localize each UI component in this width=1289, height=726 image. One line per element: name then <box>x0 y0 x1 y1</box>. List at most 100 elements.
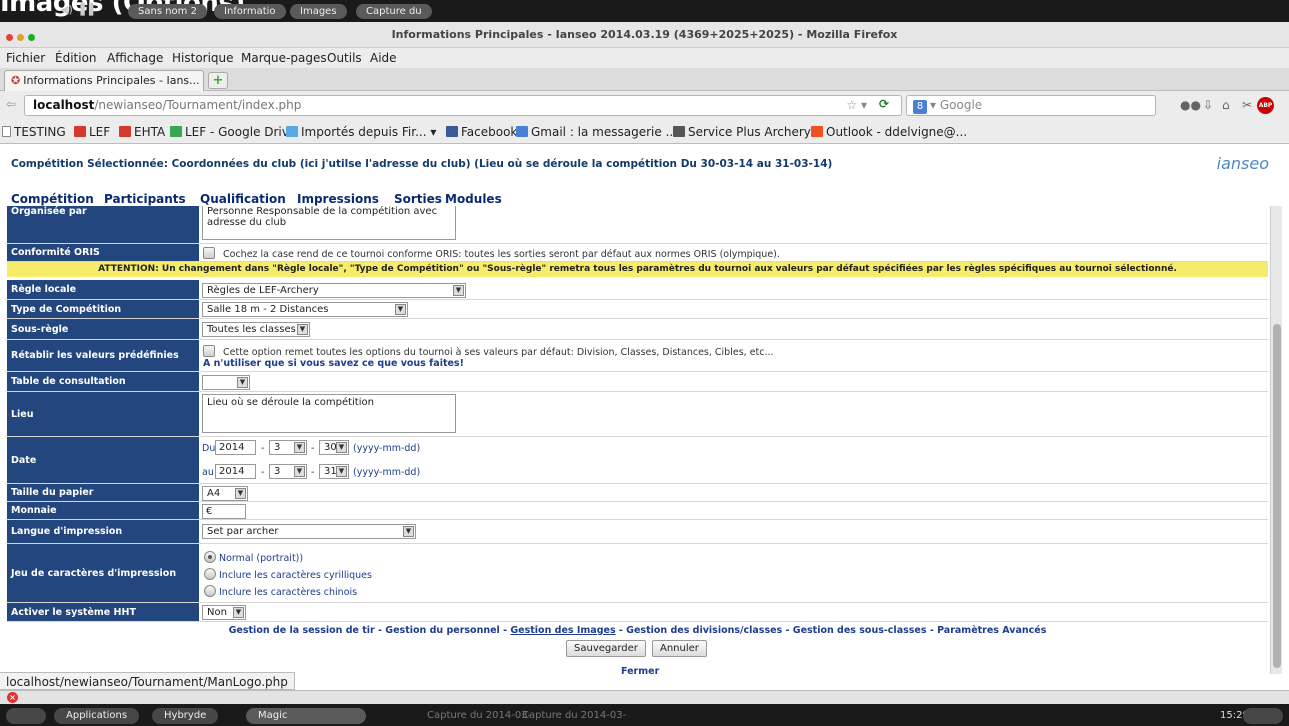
taskbar-end-button[interactable] <box>1243 708 1283 724</box>
binoculars-icon[interactable]: ●● <box>1180 98 1201 112</box>
chevron-down-icon: ▼ <box>233 607 244 618</box>
menu-edition[interactable]: Édition <box>55 51 97 65</box>
currency-input[interactable]: € <box>202 504 246 519</box>
charset-chinese-radio[interactable] <box>204 585 216 597</box>
link-session-management[interactable]: Gestion de la session de tir <box>229 625 375 636</box>
bookmark-outlook[interactable]: Outlook - ddelvigne@... <box>811 125 967 139</box>
menu-affichage[interactable]: Affichage <box>107 51 163 65</box>
local-rule-select[interactable]: Règles de LEF-Archery ▼ <box>202 283 466 298</box>
charset-normal-radio[interactable] <box>204 551 216 563</box>
volume-icon[interactable]: ◀) ▐▐ <box>60 3 93 16</box>
task-informatio[interactable]: Informatio <box>214 4 286 19</box>
save-button[interactable]: Sauvegarder <box>566 640 646 657</box>
taskbar-capture-2[interactable]: Capture du 2014-03- <box>510 708 638 724</box>
bookmark-testing[interactable]: TESTING <box>2 125 66 139</box>
sub-rule-select[interactable]: Toutes les classes ▼ <box>202 322 310 337</box>
task-sans-nom[interactable]: Sans nom 2 <box>128 4 207 19</box>
charset-normal-label[interactable]: Normal (portrait)) <box>219 553 303 564</box>
tab-informations-principales[interactable]: ✪ Informations Principales - Ians... <box>4 70 204 91</box>
addon-icon[interactable]: ✂ <box>1242 98 1252 112</box>
organised-by-cell: Personne Responsable de la compétition a… <box>201 206 1268 243</box>
charset-chinese-label[interactable]: Inclure les caractères chinois <box>219 587 357 598</box>
oris-cell: Cochez la case rend de ce tournoi confor… <box>201 244 1268 261</box>
paper-size-value: A4 <box>207 488 221 499</box>
menu-fichier[interactable]: Fichier <box>6 51 45 65</box>
adblock-icon[interactable]: ABP <box>1257 97 1274 114</box>
bookmark-facebook[interactable]: Facebook <box>446 125 517 139</box>
row-organised-by: Organisée par Personne Responsable de la… <box>7 206 1268 244</box>
competition-title: Compétition Sélectionnée: Coordonnées du… <box>11 158 833 170</box>
date-to-year[interactable]: 2014 <box>215 464 256 479</box>
home-icon[interactable]: ⌂ <box>1222 98 1230 112</box>
bookmark-imported-folder[interactable]: Importés depuis Fir... ▾ <box>286 125 436 139</box>
charset-cyrillic-radio[interactable] <box>204 568 216 580</box>
venue-textarea[interactable]: Lieu où se déroule la compétition <box>202 394 456 433</box>
lookup-table-select[interactable]: ▼ <box>202 375 250 390</box>
menu-aide[interactable]: Aide <box>370 51 397 65</box>
date-from-year[interactable]: 2014 <box>215 440 256 455</box>
gmail-icon <box>516 126 528 137</box>
chevron-down-icon: ▼ <box>395 304 406 315</box>
link-staff-management[interactable]: Gestion du personnel <box>385 625 500 636</box>
competition-type-select[interactable]: Salle 18 m - 2 Distances ▼ <box>202 302 408 317</box>
organised-by-textarea[interactable]: Personne Responsable de la compétition a… <box>202 206 456 240</box>
paper-size-select[interactable]: A4 ▼ <box>202 486 248 501</box>
link-subclasses-management[interactable]: Gestion des sous-classes <box>793 625 927 636</box>
bookmark-lef[interactable]: LEF <box>74 125 110 139</box>
venue-label: Lieu <box>7 392 199 436</box>
scrollbar-thumb[interactable] <box>1273 324 1281 668</box>
status-url-preview: localhost/newianseo/Tournament/ManLogo.p… <box>0 672 295 690</box>
local-rule-label: Règle locale <box>7 280 199 299</box>
nav-qualification[interactable]: Qualification <box>200 192 286 206</box>
cancel-button[interactable]: Annuler <box>652 640 707 657</box>
paper-size-label: Taille du papier <box>7 484 199 501</box>
oris-checkbox[interactable] <box>203 247 215 259</box>
bookmark-google-drive[interactable]: LEF - Google Drive <box>170 125 296 139</box>
new-tab-button[interactable]: + <box>208 72 228 89</box>
competition-type-label: Type de Compétition <box>7 300 199 318</box>
bookmark-ehta[interactable]: EHTA <box>119 125 165 139</box>
link-divisions-management[interactable]: Gestion des divisions/classes <box>626 625 782 636</box>
link-advanced-settings[interactable]: Paramètres Avancés <box>937 625 1046 636</box>
download-icon[interactable]: ⇩ <box>1203 98 1213 112</box>
link-separator: - <box>499 625 511 636</box>
taskbar-magic[interactable]: Magic <box>246 708 366 724</box>
search-bar[interactable]: 8 ▾ Google <box>906 95 1156 116</box>
nav-competition[interactable]: Compétition <box>11 192 94 206</box>
print-language-select[interactable]: Set par archer ▼ <box>202 524 416 539</box>
url-bar[interactable]: localhost/newianseo/Tournament/index.php… <box>24 95 902 116</box>
nav-impressions[interactable]: Impressions <box>297 192 379 206</box>
date-from-day[interactable]: 30 ▼ <box>319 440 349 455</box>
bookmark-star-icon[interactable]: ☆ ▾ <box>846 98 867 112</box>
date-from-month[interactable]: 3 ▼ <box>269 440 307 455</box>
date-to-day[interactable]: 31 ▼ <box>319 464 349 479</box>
sub-rule-value: Toutes les classes <box>207 324 296 335</box>
menu-historique[interactable]: Historique <box>172 51 234 65</box>
charset-cyrillic-label[interactable]: Inclure les caractères cyrilliques <box>219 570 372 581</box>
chevron-down-icon: ▼ <box>297 324 308 335</box>
menu-outils[interactable]: Outils <box>327 51 362 65</box>
bookmark-service-plus-archery[interactable]: Service Plus Archery ▾ <box>673 125 821 139</box>
nav-participants[interactable]: Participants <box>104 192 186 206</box>
page-scrollbar[interactable] <box>1270 206 1282 674</box>
nav-sorties[interactable]: Sorties <box>394 192 442 206</box>
back-arrow-icon[interactable]: ⇦ <box>6 97 20 111</box>
hht-select[interactable]: Non ▼ <box>202 605 246 620</box>
date-to-month[interactable]: 3 ▼ <box>269 464 307 479</box>
error-icon[interactable]: × <box>7 692 18 703</box>
restore-defaults-checkbox[interactable] <box>203 345 215 357</box>
taskbar-applications[interactable]: Applications <box>54 708 140 724</box>
nav-modules[interactable]: Modules <box>445 192 502 206</box>
close-link[interactable]: Fermer <box>621 666 659 674</box>
reload-icon[interactable]: ⟳ <box>879 97 889 111</box>
task-images[interactable]: Images <box>290 4 347 19</box>
task-capture[interactable]: Capture du <box>356 4 432 19</box>
bookmark-gmail[interactable]: Gmail : la messagerie ... <box>516 125 677 139</box>
ianseo-icon <box>74 126 86 137</box>
taskbar-start-button[interactable] <box>6 708 46 724</box>
taskbar-hybryde[interactable]: Hybryde <box>152 708 219 724</box>
oris-text: Cochez la case rend de ce tournoi confor… <box>223 249 780 260</box>
link-images-management[interactable]: Gestion des Images <box>510 625 615 636</box>
menu-marque-pages[interactable]: Marque-pages <box>241 51 327 65</box>
paper-size-cell: A4 ▼ <box>201 484 1268 501</box>
